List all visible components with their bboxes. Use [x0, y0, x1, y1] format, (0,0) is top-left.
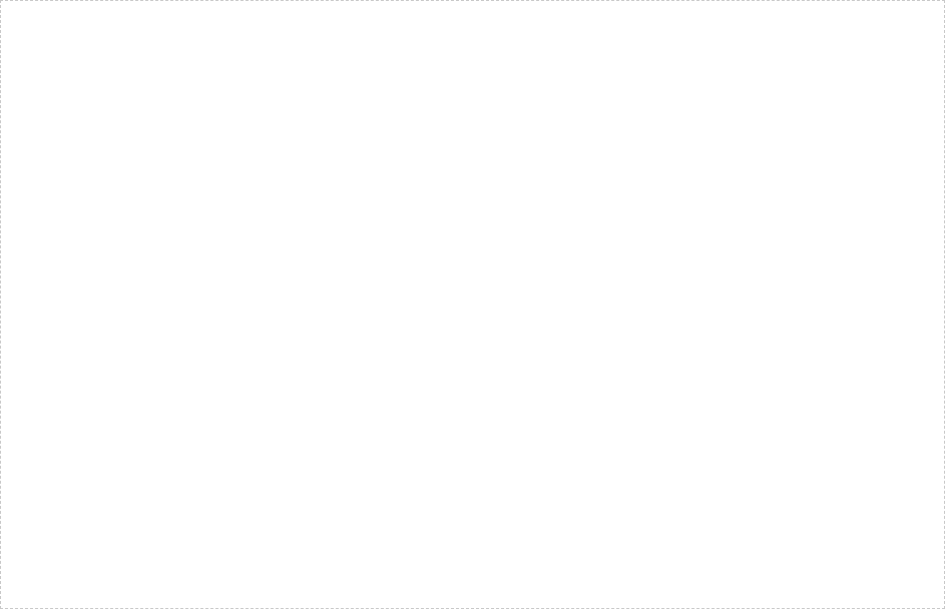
screenshot-placeholder-canvas — [0, 0, 945, 609]
placeholder-notice — [453, 285, 493, 325]
